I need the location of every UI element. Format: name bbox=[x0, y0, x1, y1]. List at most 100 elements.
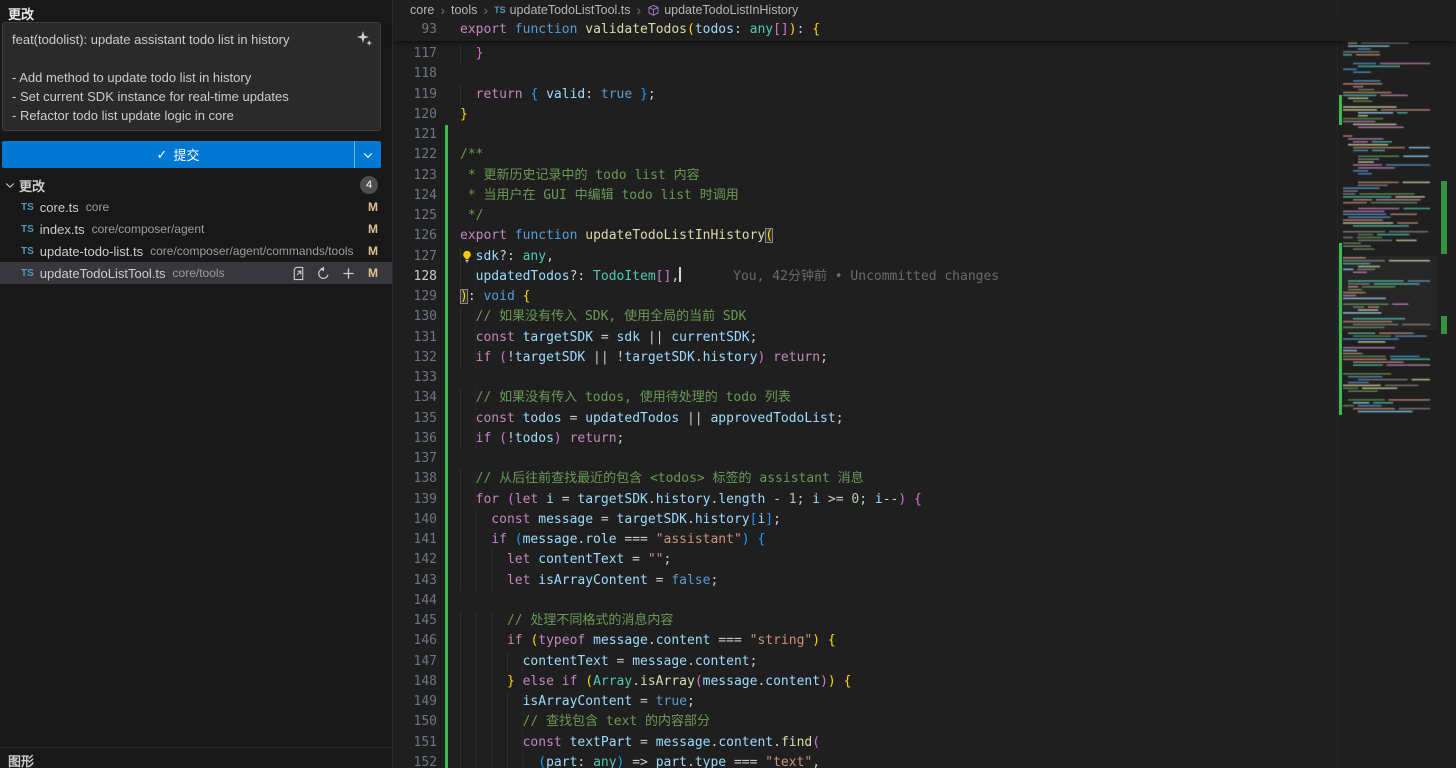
code-line-125[interactable]: 125 */ bbox=[394, 206, 1326, 226]
code-line-128[interactable]: 128 updatedTodos?: TodoItem[],You, 42分钟前… bbox=[394, 267, 1326, 287]
code-line-124[interactable]: 124 * 当用户在 GUI 中编辑 todo list 时调用 bbox=[394, 186, 1326, 206]
indent-guides bbox=[460, 510, 491, 530]
code-line-151[interactable]: 151 const textPart = message.content.fin… bbox=[394, 733, 1326, 753]
code-line-117[interactable]: 117 } bbox=[394, 44, 1326, 64]
code-text: (part: any) => part.type === "text", bbox=[460, 753, 820, 768]
generate-commit-message-sparkle-icon[interactable] bbox=[357, 31, 373, 47]
code-line-143[interactable]: 143 let isArrayContent = false; bbox=[394, 571, 1326, 591]
file-row-update-todo-list.ts[interactable]: TSupdate-todo-list.tscore/composer/agent… bbox=[0, 240, 392, 262]
typescript-file-icon: TS bbox=[21, 202, 34, 213]
code-line-152[interactable]: 152 (part: any) => part.type === "text", bbox=[394, 753, 1326, 768]
minimap-slider[interactable] bbox=[1338, 256, 1438, 330]
code-text: // 处理不同格式的消息内容 bbox=[460, 611, 673, 631]
graph-section-header[interactable]: 图形 bbox=[0, 747, 392, 768]
typescript-file-icon: TS bbox=[21, 246, 34, 257]
code-line-150[interactable]: 150 // 查找包含 text 的内容部分 bbox=[394, 712, 1326, 732]
breadcrumb-item-tools[interactable]: tools bbox=[451, 3, 477, 17]
commit-body-line: - Refactor todo list update logic in cor… bbox=[12, 106, 354, 125]
code-text: const textPart = message.content.find( bbox=[460, 733, 820, 753]
commit-button-label: 提交 bbox=[173, 145, 199, 164]
code-line-141[interactable]: 141 if (message.role === "assistant") { bbox=[394, 530, 1326, 550]
open-file-icon[interactable] bbox=[291, 266, 306, 281]
chevron-down-icon bbox=[4, 179, 16, 191]
changes-section-header[interactable]: 更改 4 bbox=[0, 174, 392, 196]
code-line-120[interactable]: 120} bbox=[394, 105, 1326, 125]
sticky-scroll-line[interactable]: 93export function validateTodos(todos: a… bbox=[394, 20, 1456, 41]
code-line-93[interactable]: 93export function validateTodos(todos: a… bbox=[394, 20, 1456, 40]
code-line-126[interactable]: 126export function updateTodoListInHisto… bbox=[394, 226, 1326, 246]
code-line-135[interactable]: 135 const todos = updatedTodos || approv… bbox=[394, 409, 1326, 429]
code-line-140[interactable]: 140 const message = targetSDK.history[i]… bbox=[394, 510, 1326, 530]
code-line-122[interactable]: 122/** bbox=[394, 145, 1326, 165]
typescript-file-icon: TS bbox=[21, 224, 34, 235]
breadcrumb-item-symbol[interactable]: updateTodoListInHistory bbox=[664, 3, 798, 17]
code-line-134[interactable]: 134 // 如果没有传入 todos, 使用待处理的 todo 列表 bbox=[394, 388, 1326, 408]
code-line-121[interactable]: 121 bbox=[394, 125, 1326, 145]
file-row-core.ts[interactable]: TScore.tscoreM bbox=[0, 196, 392, 218]
lightbulb-icon[interactable] bbox=[461, 250, 474, 264]
code-line-133[interactable]: 133 bbox=[394, 368, 1326, 388]
code-line-123[interactable]: 123 * 更新历史记录中的 todo list 内容 bbox=[394, 166, 1326, 186]
overview-ruler[interactable] bbox=[1437, 0, 1456, 768]
code-text: /** bbox=[460, 145, 483, 165]
check-icon: ✓ bbox=[157, 147, 168, 163]
change-gutter-bar bbox=[445, 226, 448, 246]
breadcrumb-item-file[interactable]: updateTodoListTool.ts bbox=[510, 3, 631, 17]
line-number: 142 bbox=[394, 550, 437, 570]
indent-guides bbox=[460, 712, 523, 732]
code-line-149[interactable]: 149 isArrayContent = true; bbox=[394, 692, 1326, 712]
minimap[interactable] bbox=[1337, 0, 1437, 768]
code-line-142[interactable]: 142 let contentText = ""; bbox=[394, 550, 1326, 570]
file-row-updateTodoListTool.ts[interactable]: TSupdateTodoListTool.tscore/toolsM bbox=[0, 262, 392, 284]
indent-guides bbox=[460, 672, 507, 692]
breadcrumb-item-core[interactable]: core bbox=[410, 3, 434, 17]
line-number: 148 bbox=[394, 672, 437, 692]
code-line-130[interactable]: 130 // 如果没有传入 SDK, 使用全局的当前 SDK bbox=[394, 307, 1326, 327]
stage-icon[interactable] bbox=[341, 266, 356, 281]
code-line-144[interactable]: 144 bbox=[394, 591, 1326, 611]
code-line-136[interactable]: 136 if (!todos) return; bbox=[394, 429, 1326, 449]
code-line-127[interactable]: 127 sdk?: any, bbox=[394, 247, 1326, 267]
changes-count-badge: 4 bbox=[360, 176, 378, 194]
code-line-119[interactable]: 119 return { valid: true }; bbox=[394, 85, 1326, 105]
commit-message-input[interactable]: feat(todolist): update assistant todo li… bbox=[2, 22, 381, 131]
indent-guides bbox=[460, 409, 476, 429]
modified-badge: M bbox=[368, 222, 378, 236]
code-line-132[interactable]: 132 if (!targetSDK || !targetSDK.history… bbox=[394, 348, 1326, 368]
chevron-right-icon: › bbox=[483, 2, 488, 18]
line-number: 131 bbox=[394, 328, 437, 348]
discard-icon[interactable] bbox=[316, 266, 331, 281]
indent-guides bbox=[460, 85, 476, 105]
code-text: if (typeof message.content === "string")… bbox=[460, 631, 836, 651]
code-line-139[interactable]: 139 for (let i = targetSDK.history.lengt… bbox=[394, 490, 1326, 510]
code-line-147[interactable]: 147 contentText = message.content; bbox=[394, 652, 1326, 672]
indent-guides bbox=[460, 692, 523, 712]
code-line-118[interactable]: 118 bbox=[394, 64, 1326, 84]
change-gutter-bar bbox=[445, 712, 448, 732]
change-gutter-bar bbox=[445, 733, 448, 753]
indent-guides bbox=[460, 550, 507, 570]
commit-dropdown-button[interactable] bbox=[354, 141, 381, 168]
code-line-145[interactable]: 145 // 处理不同格式的消息内容 bbox=[394, 611, 1326, 631]
file-row-index.ts[interactable]: TSindex.tscore/composer/agentM bbox=[0, 218, 392, 240]
breadcrumb[interactable]: core›tools›TSupdateTodoListTool.ts›updat… bbox=[394, 0, 1456, 20]
code-line-148[interactable]: 148 } else if (Array.isArray(message.con… bbox=[394, 672, 1326, 692]
code-line-129[interactable]: 129): void { bbox=[394, 287, 1326, 307]
code-line-138[interactable]: 138 // 从后往前查找最近的包含 <todos> 标签的 assistant… bbox=[394, 469, 1326, 489]
modified-badge: M bbox=[368, 200, 378, 214]
code-line-146[interactable]: 146 if (typeof message.content === "stri… bbox=[394, 631, 1326, 651]
line-number: 126 bbox=[394, 226, 437, 246]
change-gutter-bar bbox=[445, 64, 448, 84]
code-line-131[interactable]: 131 const targetSDK = sdk || currentSDK; bbox=[394, 328, 1326, 348]
git-blame-annotation: You, 42分钟前 • Uncommitted changes bbox=[733, 269, 999, 284]
code-text: const message = targetSDK.history[i]; bbox=[460, 510, 781, 530]
indent-guides bbox=[460, 611, 507, 631]
minimap-change-marker bbox=[1339, 243, 1342, 415]
line-number: 93 bbox=[394, 20, 437, 40]
commit-button[interactable]: ✓ 提交 bbox=[2, 141, 381, 168]
line-number: 152 bbox=[394, 753, 437, 768]
code-text: // 查找包含 text 的内容部分 bbox=[460, 712, 710, 732]
change-gutter-bar bbox=[445, 186, 448, 206]
code-line-137[interactable]: 137 bbox=[394, 449, 1326, 469]
change-gutter-bar bbox=[445, 672, 448, 692]
